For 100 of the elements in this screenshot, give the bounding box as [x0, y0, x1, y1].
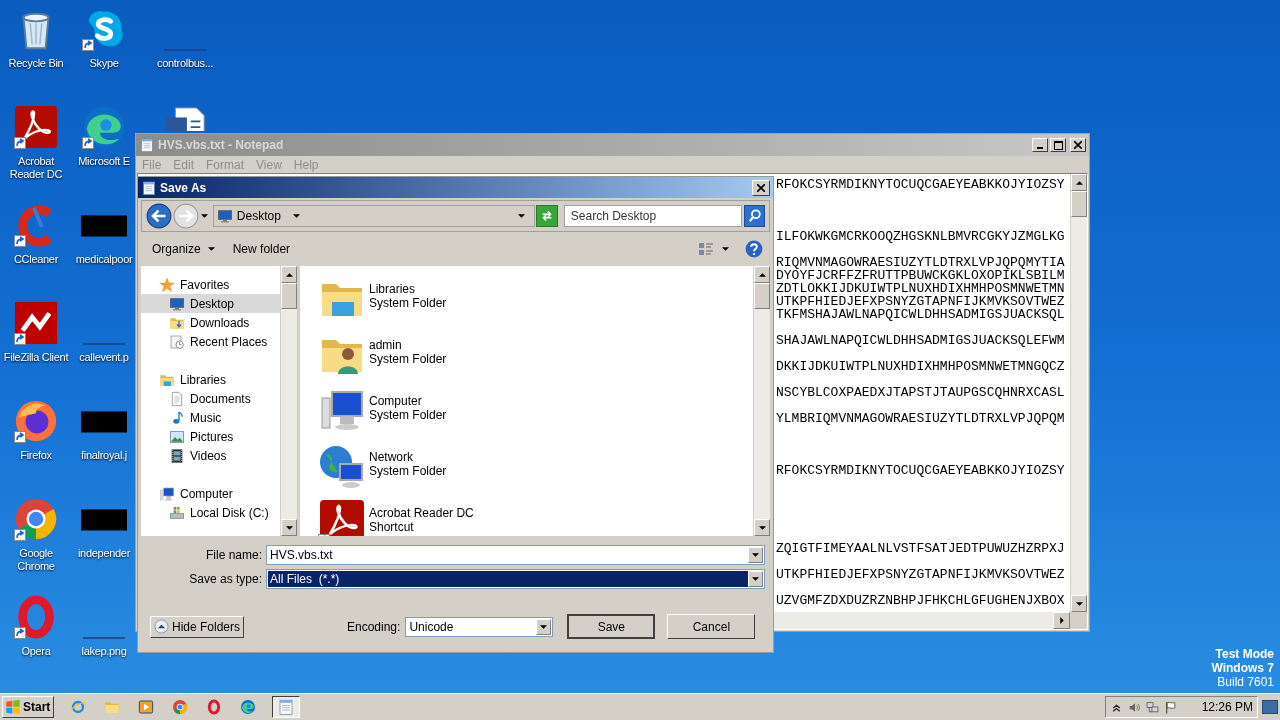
- scroll-thumb[interactable]: [1071, 191, 1087, 217]
- start-button[interactable]: Start: [2, 696, 54, 718]
- item-name[interactable]: Computer: [369, 394, 447, 408]
- window-title: HVS.vbs.txt - Notepad: [158, 137, 284, 154]
- nav-tree-item[interactable]: Recent Places: [141, 332, 280, 351]
- nav-tree-item[interactable]: Desktop: [141, 294, 280, 313]
- view-list-icon: [698, 241, 714, 257]
- close-icon: [757, 183, 765, 192]
- maximize-button[interactable]: [1050, 138, 1066, 152]
- text-line: ILFOKWKGMCRKOOQZHGSKNLBMVRCGKYJZMGLKG: [776, 230, 1066, 243]
- address-bar[interactable]: Desktop: [212, 205, 536, 227]
- app-icon[interactable]: [13, 104, 59, 150]
- combo-box[interactable]: HVS.vbs.txt: [266, 545, 765, 565]
- caret-icon: [722, 247, 729, 251]
- item-type: Shortcut: [369, 520, 415, 534]
- document-icon: [169, 390, 185, 407]
- app-icon[interactable]: [81, 104, 127, 150]
- item-type: System Folder: [369, 464, 447, 478]
- nav-tree-item[interactable]: Local Disk (C:): [141, 503, 280, 522]
- nav-tree-item[interactable]: Videos: [141, 446, 280, 465]
- app-icon[interactable]: [206, 699, 222, 715]
- app-icon[interactable]: [172, 699, 188, 715]
- desktop-icon-label[interactable]: lakep.png: [81, 645, 127, 658]
- nav-tree-item[interactable]: Documents: [141, 389, 280, 408]
- maximize-icon: [1053, 140, 1063, 150]
- desktop-icon-label[interactable]: controlbus...: [157, 57, 213, 70]
- scroll-down-button[interactable]: [281, 519, 297, 536]
- nav-tree-item[interactable]: Downloads: [141, 313, 280, 332]
- desktop-icon-label[interactable]: finalroyal.j: [81, 449, 127, 462]
- search-field[interactable]: Search Desktop: [563, 205, 743, 227]
- item-name[interactable]: Network: [369, 450, 447, 464]
- desktop-icon-label[interactable]: Firefox: [20, 449, 52, 462]
- refresh-button[interactable]: [536, 205, 558, 227]
- scrollbar[interactable]: [1070, 174, 1087, 612]
- dialog-button[interactable]: Cancel: [667, 614, 756, 639]
- item-type: System Folder: [369, 352, 447, 366]
- desktop-icon-label[interactable]: independer: [77, 547, 131, 560]
- item-name[interactable]: Libraries: [369, 282, 447, 296]
- taskbar-button[interactable]: [272, 696, 300, 718]
- dialog-title: Save As: [160, 179, 207, 197]
- app-icon[interactable]: [13, 300, 59, 346]
- scroll-down-button[interactable]: [1071, 595, 1087, 612]
- text-line: DKKIJDKUIWTPLNUXHDIXHMHPOSMNWETMNGQCZ: [776, 360, 1066, 373]
- caret-icon: [752, 577, 759, 581]
- desktop-icon-label[interactable]: Google Chrome: [0, 547, 72, 573]
- media-player-icon[interactable]: [138, 699, 154, 715]
- desktop-icon-label[interactable]: FileZilla Client: [3, 351, 69, 364]
- nav-item-label: Recent Places: [190, 333, 268, 351]
- dialog-button[interactable]: Save: [567, 614, 656, 639]
- new-folder-button[interactable]: New folder: [228, 238, 295, 260]
- combo-value: HVS.vbs.txt: [269, 547, 334, 563]
- right-arrow-icon: [1059, 617, 1064, 624]
- desktop-icon-label[interactable]: Acrobat Reader DC: [0, 155, 72, 181]
- scroll-up-button[interactable]: [281, 266, 297, 283]
- network-icon[interactable]: [1146, 700, 1159, 714]
- scroll-right-button[interactable]: [1053, 612, 1070, 629]
- notepad-icon: [277, 698, 295, 716]
- app-icon[interactable]: [240, 699, 256, 715]
- computer-icon: [159, 485, 175, 502]
- close-button[interactable]: [1070, 138, 1086, 152]
- drive-icon: [169, 504, 185, 521]
- search-button[interactable]: [744, 205, 765, 227]
- item-name[interactable]: Acrobat Reader DC: [369, 506, 474, 520]
- scroll-up-button[interactable]: [754, 266, 770, 283]
- flag-icon[interactable]: [1164, 700, 1177, 714]
- scroll-up-button[interactable]: [1071, 174, 1087, 191]
- nav-tree-item[interactable]: Computer: [141, 484, 280, 503]
- nav-item-label: Downloads: [190, 314, 250, 332]
- nav-tree-item[interactable]: Music: [141, 408, 280, 427]
- combo-box[interactable]: Unicode: [405, 616, 554, 637]
- help-icon[interactable]: [745, 240, 763, 258]
- scroll-thumb[interactable]: [754, 283, 770, 309]
- clock[interactable]: 12:26 PM: [1201, 698, 1253, 716]
- desktop-icon-label[interactable]: CCleaner: [13, 253, 59, 266]
- app-icon[interactable]: [318, 498, 366, 536]
- desktop-icon-label[interactable]: Recycle Bin: [8, 57, 64, 70]
- minimize-button[interactable]: [1032, 138, 1048, 152]
- desktop-icon-label[interactable]: Skype: [89, 57, 119, 70]
- nav-tree-item[interactable]: Pictures: [141, 427, 280, 446]
- item-name[interactable]: admin: [369, 338, 447, 352]
- nav-tree-item[interactable]: Libraries: [141, 370, 280, 389]
- scrollbar[interactable]: [753, 266, 770, 536]
- back-button[interactable]: [146, 203, 172, 229]
- nav-tree-item[interactable]: Favorites: [141, 275, 280, 294]
- scroll-thumb[interactable]: [281, 283, 297, 309]
- scroll-down-button[interactable]: [754, 519, 770, 536]
- caret-icon: [752, 553, 759, 557]
- close-button[interactable]: [752, 179, 770, 196]
- desktop-icon-label[interactable]: callevent.p: [79, 351, 129, 364]
- desktop-icon-label[interactable]: medicalpoor: [75, 253, 133, 266]
- combo-box[interactable]: All Files (*.*): [266, 569, 765, 589]
- desktop-icon-label[interactable]: Opera: [21, 645, 51, 658]
- app-icon[interactable]: [13, 496, 59, 542]
- organize-menu[interactable]: Organize: [148, 238, 219, 260]
- hide-folders-button[interactable]: Hide Folders: [150, 615, 244, 638]
- star-icon: [159, 276, 175, 293]
- size-grip[interactable]: [1070, 612, 1087, 629]
- scrollbar[interactable]: [280, 266, 297, 536]
- app-icon[interactable]: [13, 398, 59, 444]
- desktop-icon-label[interactable]: Microsoft E: [78, 155, 130, 168]
